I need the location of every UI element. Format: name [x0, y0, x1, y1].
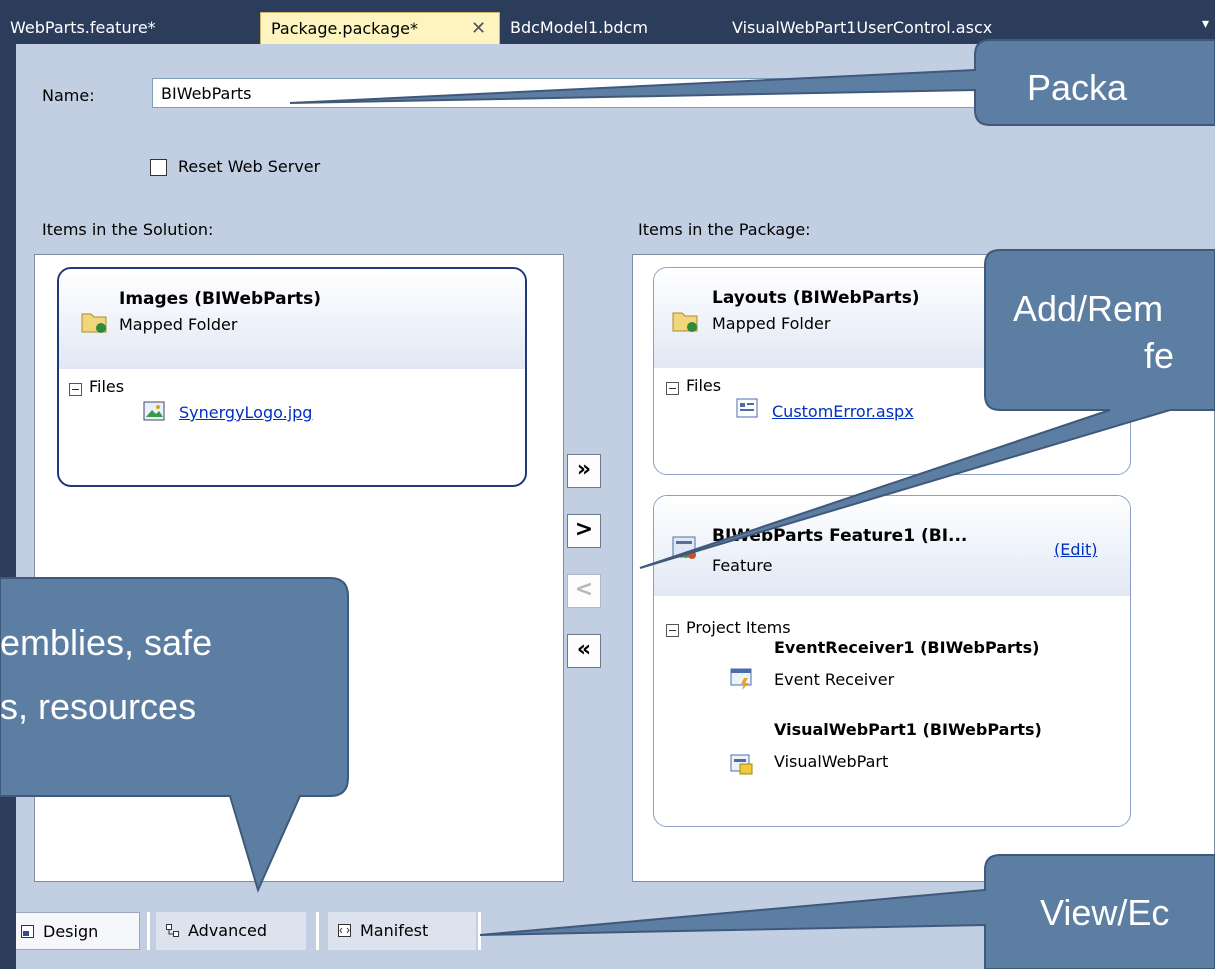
package-callout-text: Packa [1027, 67, 1128, 108]
assemblies-callout-text-2: s, resources [0, 686, 197, 727]
callout-shapes [0, 39, 1215, 969]
add-remove-callout-text: Add/Rem [1013, 288, 1164, 329]
assemblies-callout-text: emblies, safe [0, 622, 213, 663]
add-remove-callout-text-2: fe [1144, 335, 1175, 376]
view-edit-callout-text: View/Ec [1040, 892, 1170, 933]
